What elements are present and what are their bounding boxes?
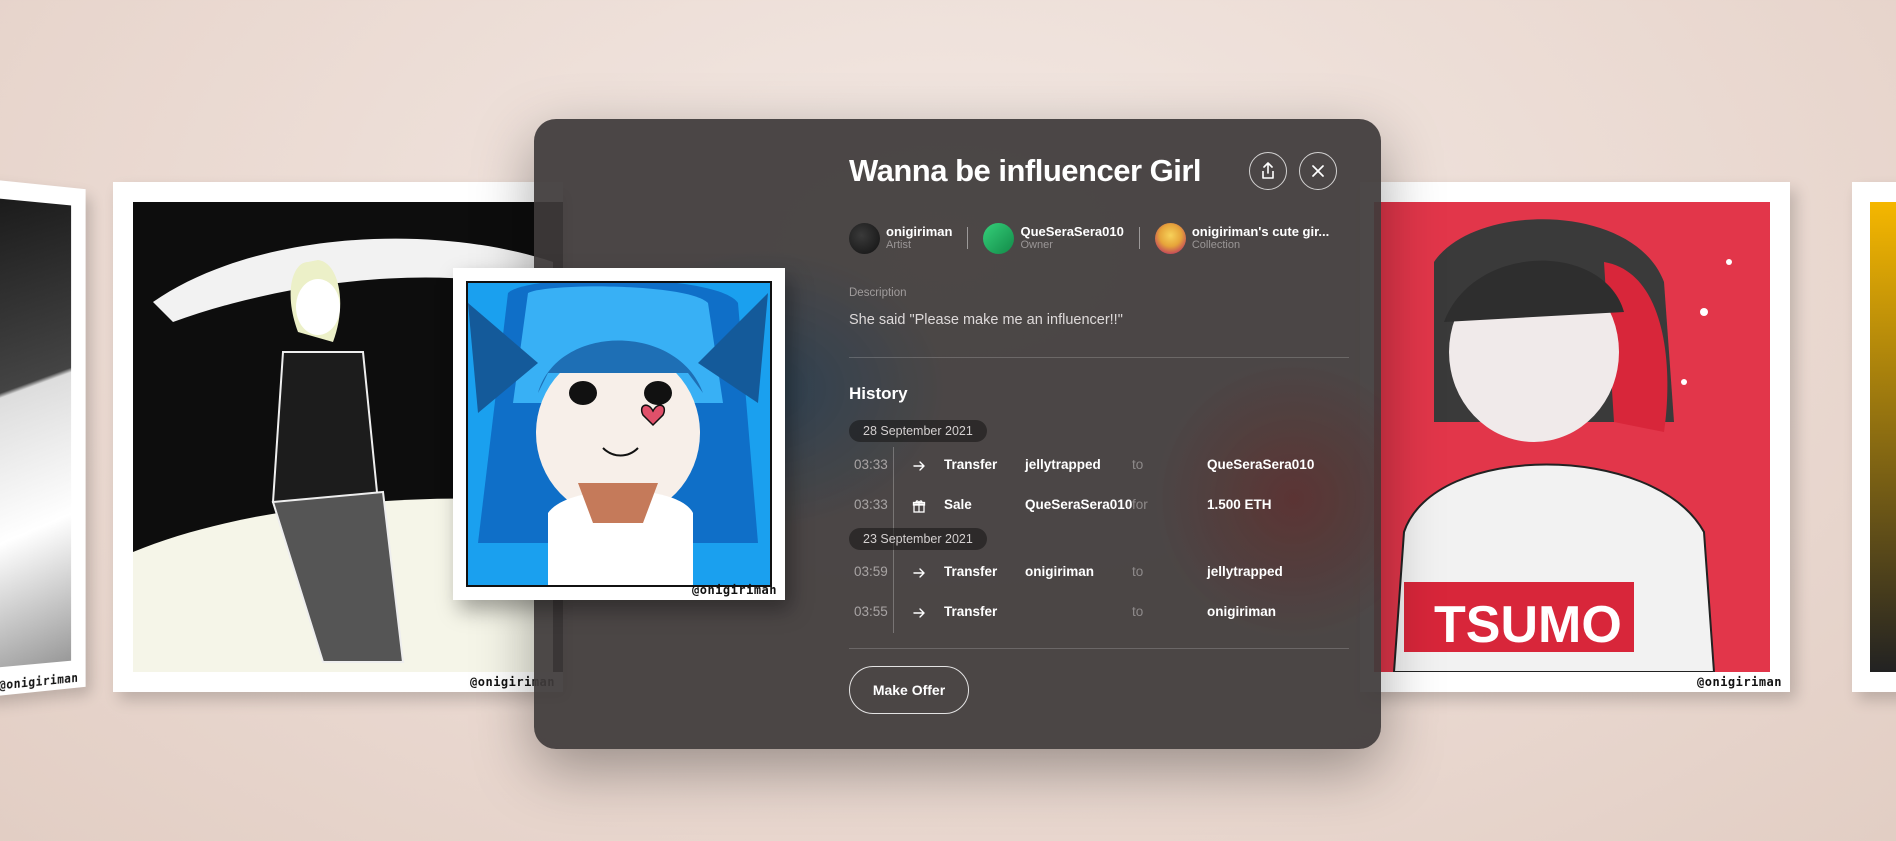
history-time: 03:33	[854, 457, 888, 472]
history-date: 23 September 2021	[849, 528, 987, 550]
arrow-right-icon	[912, 566, 926, 580]
artwork-illustration: TSUMO	[1392, 219, 1732, 672]
artist-name: onigiriman	[886, 224, 953, 239]
history-to[interactable]: QueSeraSera010	[1207, 457, 1314, 472]
description-text: She said "Please make me an influencer!!…	[849, 312, 1123, 328]
history-event-type: Transfer	[944, 457, 998, 472]
artwork-illustration	[468, 283, 768, 585]
history-preposition: to	[1132, 604, 1144, 619]
history-from[interactable]: onigiriman	[1025, 564, 1094, 579]
history-preposition: to	[1132, 457, 1144, 472]
artist-role: Artist	[886, 239, 912, 251]
collection-role: Collection	[1191, 239, 1241, 251]
artwork-frame-far-right[interactable]	[1852, 182, 1896, 692]
history-from[interactable]: jellytrapped	[1025, 457, 1101, 472]
artwork-image	[0, 196, 72, 669]
share-icon	[1262, 162, 1274, 179]
history-date: 28 September 2021	[849, 420, 987, 442]
artwork-title: Wanna be influencer Girl	[849, 153, 1202, 188]
description-label: Description	[849, 287, 907, 299]
artwork-frame-far-left[interactable]: @onigiriman	[0, 178, 86, 698]
history-to[interactable]: onigiriman	[1207, 604, 1276, 619]
history-time: 03:33	[854, 497, 888, 512]
close-icon	[1312, 165, 1324, 177]
share-button[interactable]	[1249, 152, 1287, 190]
artwork-frame-featured[interactable]: @onigiriman	[453, 268, 785, 600]
history-title: History	[849, 384, 908, 403]
artwork-signature: @onigiriman	[0, 670, 79, 693]
history-from[interactable]: QueSeraSera010	[1025, 497, 1132, 512]
divider	[849, 648, 1349, 649]
collection-name: onigiriman's cute gir...	[1191, 224, 1330, 239]
gift-icon	[912, 499, 926, 513]
artwork-image-featured	[466, 281, 772, 587]
owner-role: Owner	[1020, 239, 1053, 251]
history-event-type: Transfer	[944, 604, 998, 619]
collection-avatar	[1154, 222, 1186, 254]
divider	[849, 357, 1349, 358]
arrow-right-icon	[912, 459, 926, 473]
artwork-image: TSUMO	[1374, 202, 1770, 672]
history-event-type: Sale	[944, 497, 972, 512]
artwork-people: onigiriman Artist QueSeraSera010 Owner o…	[849, 221, 1329, 255]
history-preposition: for	[1132, 497, 1148, 512]
make-offer-button[interactable]: Make Offer	[849, 666, 969, 714]
artwork-frame-right[interactable]: TSUMO @onigiriman	[1360, 182, 1790, 692]
history-price: 1.500 ETH	[1207, 497, 1272, 512]
arrow-right-icon	[912, 606, 926, 620]
artist-link[interactable]: onigiriman Artist	[849, 222, 953, 254]
history-preposition: to	[1132, 564, 1144, 579]
owner-name: QueSeraSera010	[1020, 224, 1124, 239]
owner-avatar	[983, 222, 1015, 254]
history-event-type: Transfer	[944, 564, 998, 579]
history-to[interactable]: jellytrapped	[1207, 564, 1283, 579]
history-time: 03:59	[854, 564, 888, 579]
collection-link[interactable]: onigiriman's cute gir... Collection	[1154, 222, 1330, 254]
artwork-shirt-text: TSUMO	[1434, 596, 1622, 654]
owner-link[interactable]: QueSeraSera010 Owner	[983, 222, 1124, 254]
artwork-image	[1870, 202, 1896, 672]
artist-avatar	[849, 222, 880, 254]
divider	[967, 227, 969, 249]
divider	[1138, 227, 1140, 249]
artwork-signature: @onigiriman	[692, 583, 777, 597]
artwork-signature: @onigiriman	[1697, 675, 1782, 689]
close-button[interactable]	[1299, 152, 1337, 190]
history-time: 03:55	[854, 604, 888, 619]
